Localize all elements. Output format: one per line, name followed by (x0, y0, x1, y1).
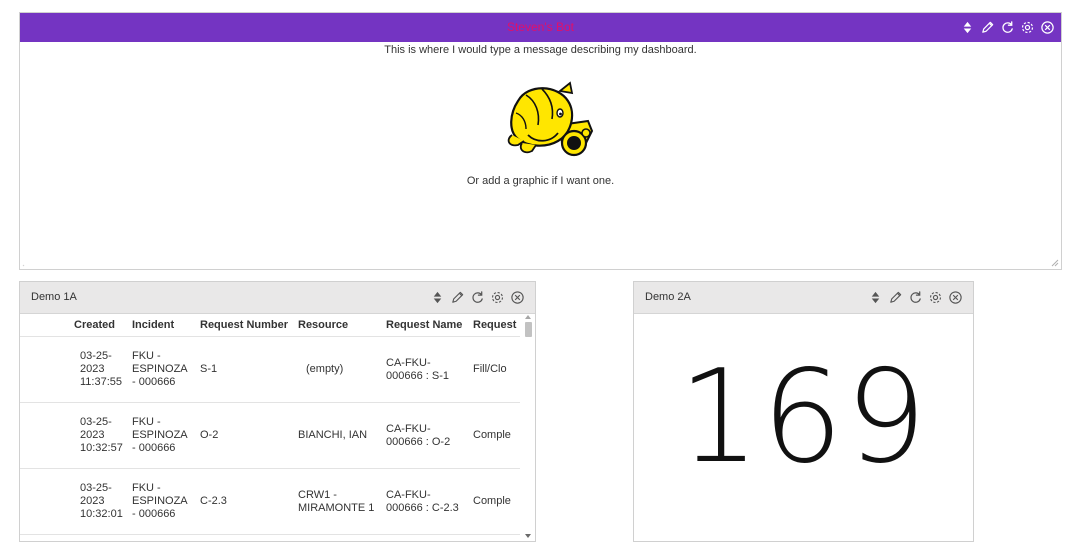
table-scrollbar[interactable] (524, 314, 533, 539)
cell-request: Fill/Clo (469, 336, 520, 403)
demo-2a-panel: Demo 2A 169 (633, 281, 974, 542)
cell-resource: (empty) (294, 336, 382, 403)
top-panel-header: Steven's Bot (20, 13, 1061, 42)
table-header-row: Created Incident Request Number Resource… (20, 314, 520, 337)
cell-resource[interactable]: CRW1 - MIRAMONTE 1 (294, 468, 382, 535)
cell-created[interactable]: 03-25-2023 11:37:55 (20, 336, 128, 403)
table-row[interactable]: 03-25-2023 10:32:57 FKU - ESPINOZA - 0006… (20, 402, 520, 469)
demo-2a-title: Demo 2A (645, 291, 691, 303)
cell-request-name: CA-FKU-000666 : S-1 (382, 336, 469, 403)
demo-1a-tools (430, 282, 525, 313)
demo-1a-header: Demo 1A (20, 282, 535, 314)
requests-table: Created Incident Request Number Resource… (20, 314, 520, 535)
settings-icon[interactable] (1020, 20, 1035, 35)
graphic-caption: Or add a graphic if I want one. (466, 175, 615, 187)
sort-icon[interactable] (868, 290, 883, 305)
edit-icon[interactable] (888, 290, 903, 305)
cell-request-number: S-1 (196, 336, 294, 403)
cell-incident[interactable]: FKU - ESPINOZA - 000666 (128, 336, 196, 403)
demo-2a-tools (868, 282, 963, 313)
edit-icon[interactable] (450, 290, 465, 305)
metric-value: 169 (678, 343, 929, 492)
close-icon[interactable] (1040, 20, 1055, 35)
column-header-request-number[interactable]: Request Number (196, 314, 294, 337)
cell-incident[interactable]: FKU - ESPINOZA - 000666 (128, 402, 196, 469)
cell-request: Comple (469, 468, 520, 535)
sort-icon[interactable] (430, 290, 445, 305)
cell-request: Comple (469, 402, 520, 469)
column-header-incident[interactable]: Incident (128, 314, 196, 337)
demo-1a-title: Demo 1A (31, 291, 77, 303)
cell-incident[interactable]: FKU - ESPINOZA - 000666 (128, 468, 196, 535)
resize-handle-icon[interactable] (1051, 259, 1059, 267)
top-panel-title: Steven's Bot (507, 20, 574, 34)
scroll-thumb[interactable] (525, 322, 532, 337)
cell-request-name: CA-FKU-000666 : C-2.3 (382, 468, 469, 535)
settings-icon[interactable] (490, 290, 505, 305)
cell-created[interactable]: 03-25-2023 10:32:57 (20, 402, 128, 469)
close-icon[interactable] (948, 290, 963, 305)
refresh-icon[interactable] (1000, 20, 1015, 35)
resize-handle-left-icon (22, 264, 25, 267)
column-header-resource[interactable]: Resource (294, 314, 382, 337)
refresh-icon[interactable] (470, 290, 485, 305)
cell-request-name: CA-FKU-000666 : O-2 (382, 402, 469, 469)
demo-2a-header: Demo 2A (634, 282, 973, 314)
close-icon[interactable] (510, 290, 525, 305)
refresh-icon[interactable] (908, 290, 923, 305)
top-panel-tools (960, 13, 1055, 42)
dashboard-page: Steven's Bot This is where I would type … (0, 0, 1070, 544)
demo-1a-panel: Demo 1A Created Incident Request Number … (19, 281, 536, 542)
cell-request-number: C-2.3 (196, 468, 294, 535)
dashboard-message: This is where I would type a message des… (384, 44, 697, 56)
top-panel: Steven's Bot This is where I would type … (19, 12, 1062, 270)
cell-resource[interactable]: BIANCHI, IAN (294, 402, 382, 469)
settings-icon[interactable] (928, 290, 943, 305)
column-header-request-name[interactable]: Request Name (382, 314, 469, 337)
table-body: 03-25-2023 11:37:55 FKU - ESPINOZA - 0006… (20, 336, 520, 535)
scroll-down-icon[interactable] (525, 534, 531, 538)
table-row[interactable]: 03-25-2023 10:32:01 FKU - ESPINOZA - 0006… (20, 468, 520, 535)
scroll-up-icon[interactable] (525, 315, 531, 319)
cell-request-number: O-2 (196, 402, 294, 469)
column-header-created[interactable]: Created (20, 314, 128, 337)
cell-created[interactable]: 03-25-2023 10:32:01 (20, 468, 128, 535)
demo-1a-table-wrap: Created Incident Request Number Resource… (20, 314, 535, 541)
table-row[interactable]: 03-25-2023 11:37:55 FKU - ESPINOZA - 0006… (20, 336, 520, 403)
edit-icon[interactable] (980, 20, 995, 35)
cartoon-graphic (488, 73, 598, 173)
column-header-request[interactable]: Request (469, 314, 520, 337)
sort-icon[interactable] (960, 20, 975, 35)
